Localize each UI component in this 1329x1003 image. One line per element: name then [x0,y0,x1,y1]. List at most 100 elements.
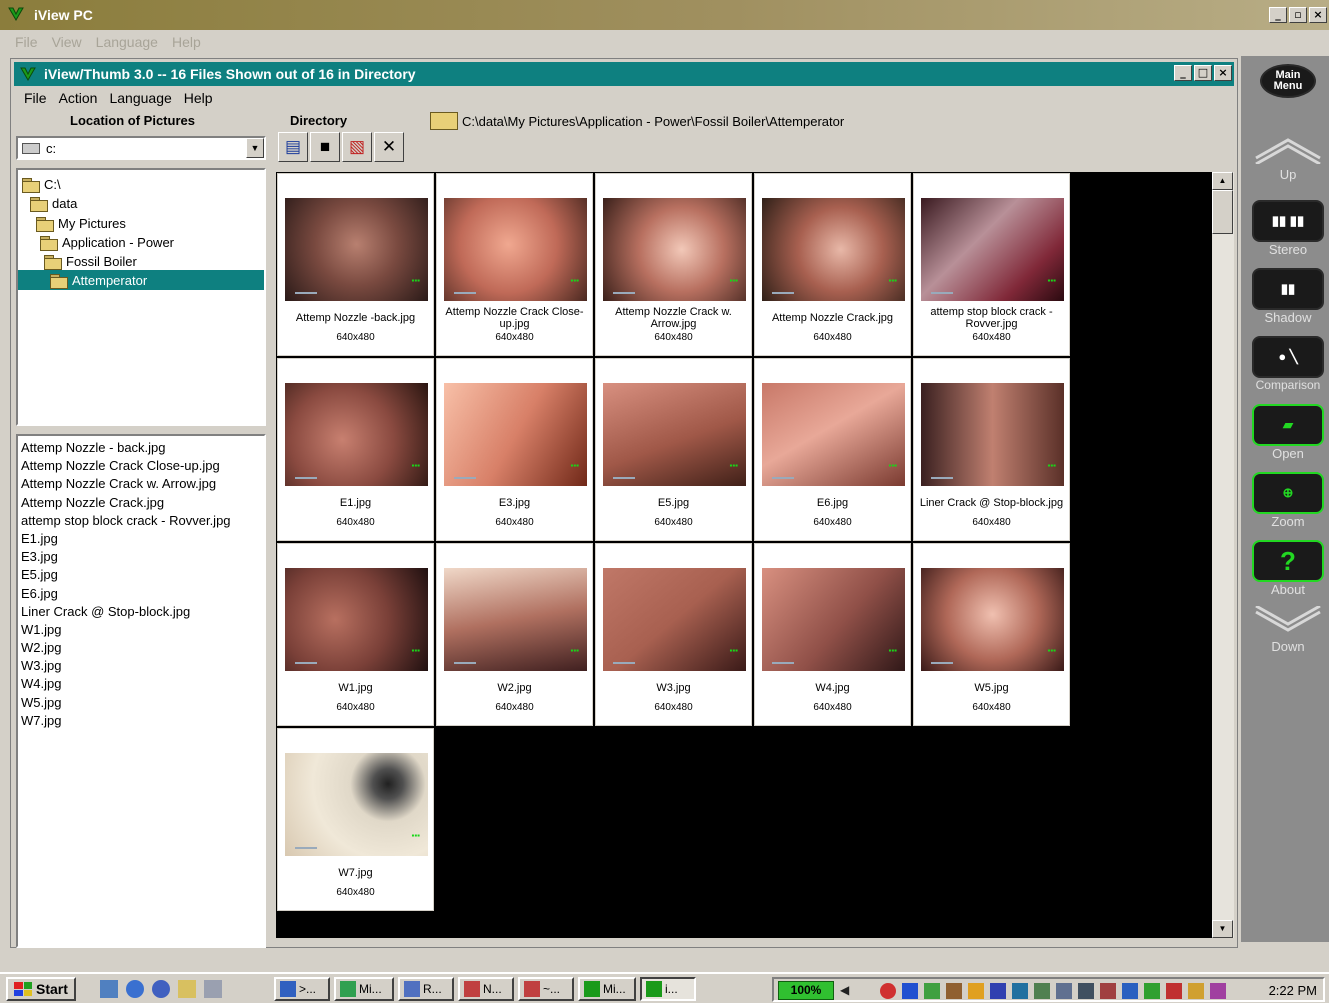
thumbnail-image[interactable]: ▪▪▪ [762,198,905,301]
tray-app-icon[interactable] [1012,983,1028,999]
ie-icon[interactable] [126,980,144,998]
file-list-item[interactable]: E1.jpg [18,531,264,549]
minimize-button[interactable]: _ [1269,7,1287,23]
thumbnail-item[interactable]: ▪▪▪ W5.jpg 640x480 [913,543,1070,726]
thumbnail-item[interactable]: ▪▪▪ W3.jpg 640x480 [595,543,752,726]
tree-item-my-pictures[interactable]: My Pictures [36,213,126,233]
thumbnail-item[interactable]: ▪▪▪ Attemp Nozzle Crack.jpg 640x480 [754,173,911,356]
file-list-item[interactable]: W7.jpg [18,713,264,731]
shadow-button[interactable]: ▮▮ Shadow [1249,268,1327,325]
inner-close-button[interactable]: × [1214,65,1232,81]
tray-app-icon[interactable] [946,983,962,999]
thumbnail-item[interactable]: ▪▪▪ attemp stop block crack - Rovver.jpg 6… [913,173,1070,356]
thumbnail-item[interactable]: ▪▪▪ W2.jpg 640x480 [436,543,593,726]
file-list-item[interactable]: E3.jpg [18,549,264,567]
directory-tree[interactable]: C:\ data My Pictures Application - Power… [16,168,266,426]
thumbnail-image[interactable]: ▪▪▪ [285,383,428,486]
file-list-item[interactable]: E5.jpg [18,567,264,585]
thumbnail-item[interactable]: ▪▪▪ Attemp Nozzle Crack Close-up.jpg 640x4… [436,173,593,356]
tray-app-icon[interactable] [968,983,984,999]
up-button[interactable]: Up [1249,134,1327,182]
tray-app-icon[interactable] [902,983,918,999]
inner-minimize-button[interactable]: _ [1174,65,1192,81]
file-list-item[interactable]: W3.jpg [18,658,264,676]
file-list-item[interactable]: Attemp Nozzle Crack Close-up.jpg [18,458,264,476]
save-button[interactable]: ■ [310,132,340,162]
folder-icon[interactable] [178,980,196,998]
thumbnail-image[interactable]: ▪▪▪ [285,568,428,671]
vertical-scrollbar[interactable]: ▲ ▼ [1212,172,1234,938]
file-list-item[interactable]: attemp stop block crack - Rovver.jpg [18,513,264,531]
tray-app-icon[interactable] [1144,983,1160,999]
start-button[interactable]: Start [6,977,76,1001]
outer-menu-file[interactable]: File [8,30,45,54]
browser-icon[interactable] [152,980,170,998]
thumbnail-image[interactable]: ▪▪▪ [285,198,428,301]
thumbnail-item[interactable]: ▪▪▪ W7.jpg 640x480 [277,728,434,911]
drive-select[interactable]: c: ▼ [16,136,266,160]
open-button[interactable]: ▰ Open [1249,404,1327,461]
menu-file[interactable]: File [18,88,53,108]
tray-app-icon[interactable] [1166,983,1182,999]
menu-action[interactable]: Action [53,88,104,108]
tray-app-icon[interactable] [990,983,1006,999]
tree-item-attemperator[interactable]: Attemperator [18,270,264,290]
file-list[interactable]: Attemp Nozzle - back.jpg Attemp Nozzle Cr… [16,434,266,948]
menu-language[interactable]: Language [103,88,177,108]
thumbnail-image[interactable]: ▪▪▪ [921,568,1064,671]
tree-item-fossil-boiler[interactable]: Fossil Boiler [44,251,137,271]
chevron-down-icon[interactable]: ▼ [246,138,264,158]
tray-app-icon[interactable] [1210,983,1226,999]
copy-button[interactable]: ▧ [342,132,372,162]
tree-item-root[interactable]: C:\ [22,174,61,194]
thumbnail-image[interactable]: ▪▪▪ [762,383,905,486]
thumbnail-item[interactable]: ▪▪▪ E3.jpg 640x480 [436,358,593,541]
file-list-item[interactable]: Attemp Nozzle - back.jpg [18,440,264,458]
outer-menu-language[interactable]: Language [89,30,165,54]
main-menu-button[interactable]: Main Menu [1249,64,1327,98]
tray-app-icon[interactable] [1034,983,1050,999]
speaker-icon[interactable]: ◀ [840,983,856,999]
file-list-item[interactable]: W5.jpg [18,695,264,713]
comparison-button[interactable]: ● ╲ Comparison [1249,336,1327,392]
thumbnail-image[interactable]: ▪▪▪ [921,198,1064,301]
thumbnail-image[interactable]: ▪▪▪ [603,198,746,301]
scroll-up-button[interactable]: ▲ [1212,172,1233,190]
outer-menu-help[interactable]: Help [165,30,208,54]
file-list-item[interactable]: Attemp Nozzle Crack.jpg [18,495,264,513]
file-list-item[interactable]: E6.jpg [18,586,264,604]
taskbar-task-button[interactable]: R... [398,977,454,1001]
tray-app-icon[interactable] [924,983,940,999]
thumbnail-image[interactable]: ▪▪▪ [285,753,428,856]
zoom-indicator[interactable]: 100% [778,981,834,1000]
thumbnail-image[interactable]: ▪▪▪ [921,383,1064,486]
open-folder-button[interactable]: ▤ [278,132,308,162]
scroll-down-button[interactable]: ▼ [1212,920,1233,938]
thumbnail-item[interactable]: ▪▪▪ E5.jpg 640x480 [595,358,752,541]
menu-help[interactable]: Help [178,88,219,108]
taskbar-task-button[interactable]: Mi... [334,977,394,1001]
thumbnail-item[interactable]: ▪▪▪ W4.jpg 640x480 [754,543,911,726]
taskbar-task-button[interactable]: N... [458,977,514,1001]
close-button[interactable]: × [1309,7,1327,23]
file-list-item[interactable]: W4.jpg [18,676,264,694]
thumbnail-item[interactable]: ▪▪▪ W1.jpg 640x480 [277,543,434,726]
delete-button[interactable]: ✕ [374,132,404,162]
file-list-item[interactable]: W2.jpg [18,640,264,658]
notepad-icon[interactable] [204,980,222,998]
tray-app-icon[interactable] [1122,983,1138,999]
tray-app-icon[interactable] [1188,983,1204,999]
thumbnail-image[interactable]: ▪▪▪ [444,568,587,671]
tray-app-icon[interactable] [1056,983,1072,999]
tray-app-icon[interactable] [1078,983,1094,999]
taskbar-task-button[interactable]: i... [640,977,696,1001]
thumbnail-image[interactable]: ▪▪▪ [444,198,587,301]
thumbnail-item[interactable]: ▪▪▪ Liner Crack @ Stop-block.jpg 640x480 [913,358,1070,541]
thumbnail-item[interactable]: ▪▪▪ Attemp Nozzle -back.jpg 640x480 [277,173,434,356]
scroll-thumb[interactable] [1212,190,1233,234]
down-button[interactable]: Down [1249,604,1327,654]
thumbnail-item[interactable]: ▪▪▪ E6.jpg 640x480 [754,358,911,541]
maximize-button[interactable]: ▫ [1289,7,1307,23]
thumbnail-item[interactable]: ▪▪▪ E1.jpg 640x480 [277,358,434,541]
thumbnail-image[interactable]: ▪▪▪ [444,383,587,486]
